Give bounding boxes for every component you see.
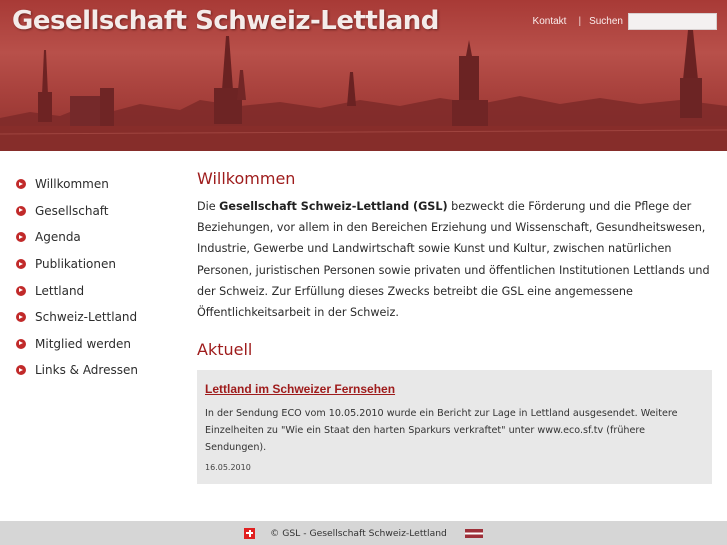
sidebar-item-publikationen[interactable]: Publikationen [16,251,185,278]
sidebar-item-schweiz-lettland[interactable]: Schweiz-Lettland [16,304,185,331]
sidebar-item-lettland[interactable]: Lettland [16,277,185,304]
news-title-link[interactable]: Lettland im Schweizer Fernsehen [205,382,395,396]
top-navigation: Kontakt | Suchen [533,13,717,30]
news-text: In der Sendung ECO vom 10.05.2010 wurde … [205,408,678,454]
sidebar-item-links-adressen[interactable]: Links & Adressen [16,357,185,384]
search-label: Suchen [589,16,623,27]
intro-prefix: Die [197,200,220,213]
main-content: Willkommen Die Gesellschaft Schweiz-Lett… [197,151,712,485]
sidebar-item-label: Schweiz-Lettland [35,310,138,325]
page-title: Willkommen [197,169,296,188]
header-banner: Gesellschaft Schweiz-Lettland Kontakt | … [0,0,727,151]
intro-body: bezweckt die Förderung und die Pflege de… [197,200,710,320]
intro-org-name: Gesellschaft Schweiz-Lettland (GSL) [219,200,448,213]
sidebar-item-label: Willkommen [35,177,109,192]
search-input[interactable] [628,13,717,30]
swiss-flag-icon [244,527,256,539]
arrow-bullet-icon [16,285,26,296]
arrow-bullet-icon [16,338,26,349]
arrow-bullet-icon [16,205,26,216]
sidebar-item-label: Agenda [35,230,81,245]
footer: © GSL - Gesellschaft Schweiz-Lettland [0,521,727,545]
latvian-flag-icon [464,528,483,538]
news-date: 16.05.2010 [205,463,251,473]
kontakt-link[interactable]: Kontakt [533,16,567,27]
sidebar-item-label: Gesellschaft [35,203,109,218]
sidebar-item-label: Links & Adressen [35,363,138,378]
sidebar-navigation: Willkommen Gesellschaft Agenda Publikati… [0,151,185,521]
sidebar-item-label: Mitglied werden [35,336,132,351]
sidebar-item-willkommen[interactable]: Willkommen [16,171,185,198]
arrow-bullet-icon [16,312,26,323]
arrow-bullet-icon [16,179,26,190]
sidebar-item-agenda[interactable]: Agenda [16,224,185,251]
site-title[interactable]: Gesellschaft Schweiz-Lettland [12,6,439,36]
news-section-title: Aktuell [197,340,253,360]
intro-paragraph: Die Gesellschaft Schweiz-Lettland (GSL) … [197,196,712,323]
arrow-bullet-icon [16,259,26,270]
sidebar-item-label: Publikationen [35,257,116,272]
sidebar-item-mitglied-werden[interactable]: Mitglied werden [16,331,185,358]
sidebar-item-gesellschaft[interactable]: Gesellschaft [16,198,185,225]
arrow-bullet-icon [16,232,26,243]
footer-copyright: © GSL - Gesellschaft Schweiz-Lettland [270,527,447,539]
sidebar-item-label: Lettland [35,283,85,298]
news-item: Lettland im Schweizer Fernsehen In der S… [197,370,712,485]
arrow-bullet-icon [16,365,26,376]
nav-separator: | [578,16,582,27]
